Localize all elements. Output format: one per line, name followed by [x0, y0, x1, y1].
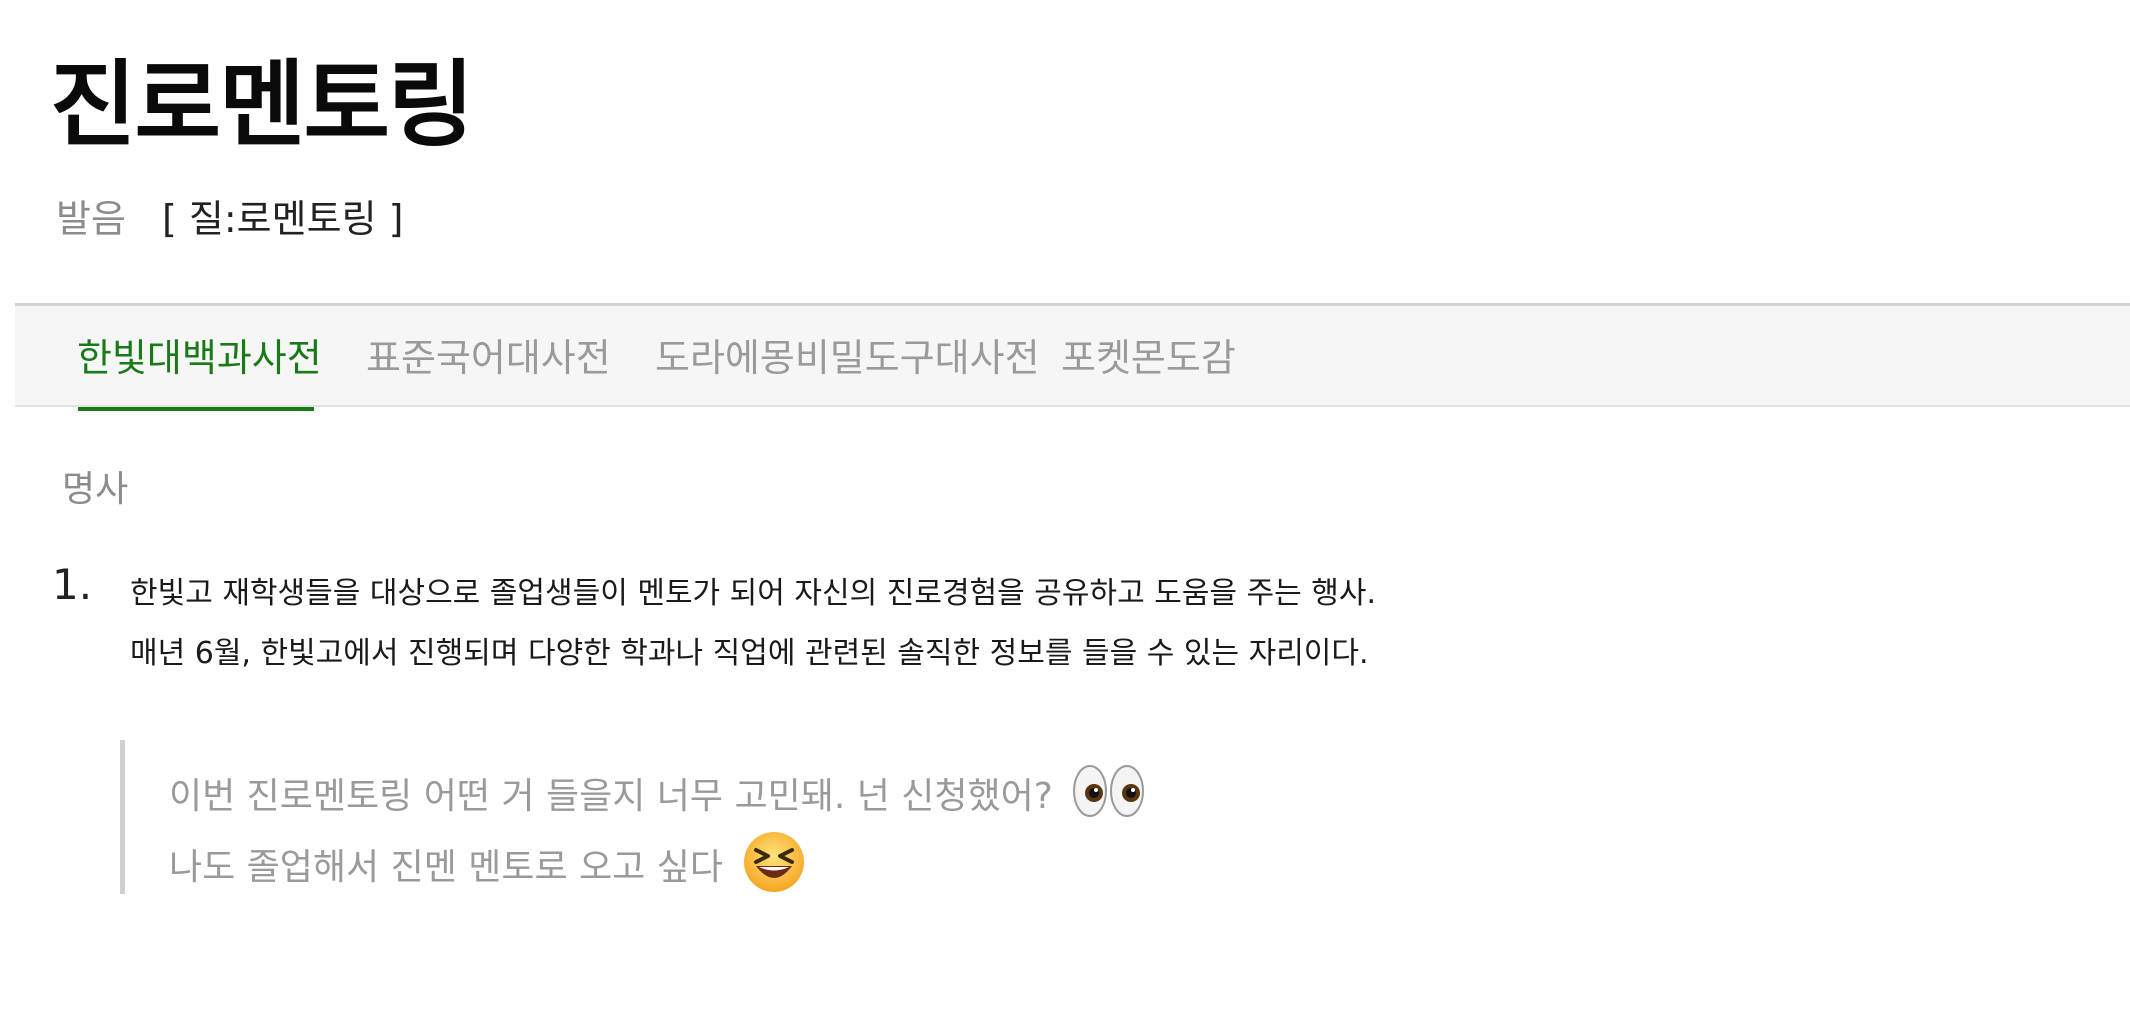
tab-pokemon-dex[interactable]: 포켓몬도감 [1061, 332, 1236, 384]
example-line: 나도 졸업해서 진멘 멘토로 오고 싶다 [169, 830, 806, 908]
headword-title: 진로멘토링 [50, 51, 474, 160]
tab-standard-korean-dictionary[interactable]: 표준국어대사전 [366, 332, 611, 384]
dictionary-tab-bar: 한빛대백과사전 표준국어대사전 도라에몽비밀도구대사전 포켓몬도감 [15, 303, 2130, 411]
tab-doraemon-gadget-dictionary[interactable]: 도라에몽비밀도구대사전 [655, 332, 1040, 384]
laughing-face-emoji-icon [742, 830, 806, 908]
dictionary-entry-page: 진로멘토링 발음 [ 질:로멘토링 ] 한빛대백과사전 표준국어대사전 도라에몽… [0, 0, 2130, 1010]
example-line-text: 나도 졸업해서 진멘 멘토로 오고 싶다 [169, 847, 724, 888]
part-of-speech: 명사 [62, 469, 129, 510]
example-quote: 이번 진로멘토링 어떤 거 들을지 너무 고민돼. 넌 신청했어? 나도 졸업해… [120, 740, 1320, 894]
example-line: 이번 진로멘토링 어떤 거 들을지 너무 고민돼. 넌 신청했어? [169, 764, 1146, 832]
tab-hanbit-encyclopedia[interactable]: 한빛대백과사전 [77, 332, 322, 384]
pronunciation-value: [ 질:로멘토링 ] [162, 197, 404, 241]
pronunciation-label: 발음 [56, 197, 126, 241]
definition-text: 한빛고 재학생들을 대상으로 졸업생들이 멘토가 되어 자신의 진로경험을 공유… [130, 564, 1376, 684]
definition-line: 매년 6월, 한빛고에서 진행되며 다양한 학과나 직업에 관련된 솔직한 정보… [130, 636, 1369, 671]
pronunciation-row: 발음 [ 질:로멘토링 ] [56, 194, 403, 244]
active-tab-indicator [78, 407, 314, 411]
definition-line: 한빛고 재학생들을 대상으로 졸업생들이 멘토가 되어 자신의 진로경험을 공유… [130, 576, 1377, 611]
example-line-text: 이번 진로멘토링 어떤 거 들을지 너무 고민돼. 넌 신청했어? [169, 776, 1053, 817]
eyes-emoji-icon [1072, 764, 1146, 832]
definition-number: 1. [52, 560, 93, 609]
